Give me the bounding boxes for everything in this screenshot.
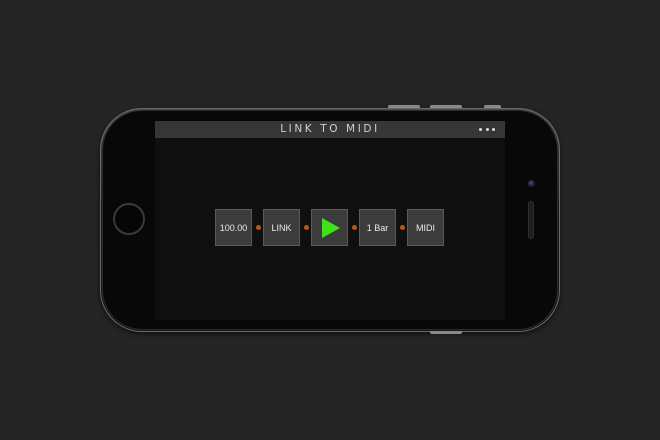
more-horizontal-icon-dot <box>485 128 489 131</box>
more-options-button[interactable] <box>479 121 495 138</box>
midi-button[interactable]: MIDI <box>407 209 444 246</box>
more-horizontal-icon-dot <box>492 128 495 131</box>
play-icon <box>322 217 340 238</box>
connector-dot <box>400 225 405 230</box>
front-camera <box>528 180 535 187</box>
midi-label: MIDI <box>416 222 435 233</box>
title-bar: LINK TO MIDI <box>155 121 505 138</box>
hardware-button-volume-down <box>430 105 462 108</box>
connector-dot <box>256 225 261 230</box>
connector-dot <box>304 225 309 230</box>
link-button[interactable]: LINK <box>263 209 300 246</box>
tempo-value: 100.00 <box>219 222 248 233</box>
hardware-button-mute <box>484 105 501 108</box>
earpiece-speaker <box>529 202 533 238</box>
home-button <box>113 203 145 235</box>
app-screen: LINK TO MIDI 100.00 LINK 1 Bar MIDI <box>155 121 505 320</box>
app-title: LINK TO MIDI <box>280 123 380 135</box>
control-chain: 100.00 LINK 1 Bar MIDI <box>155 209 505 247</box>
tempo-button[interactable]: 100.00 <box>215 209 252 246</box>
connector-dot <box>352 225 357 230</box>
hardware-button-volume-up <box>388 105 420 108</box>
quantum-label: 1 Bar <box>366 222 389 233</box>
more-horizontal-icon <box>479 128 482 131</box>
link-label: LINK <box>271 222 292 233</box>
hardware-button-power <box>430 331 462 334</box>
quantum-button[interactable]: 1 Bar <box>359 209 396 246</box>
play-button[interactable] <box>311 209 348 246</box>
